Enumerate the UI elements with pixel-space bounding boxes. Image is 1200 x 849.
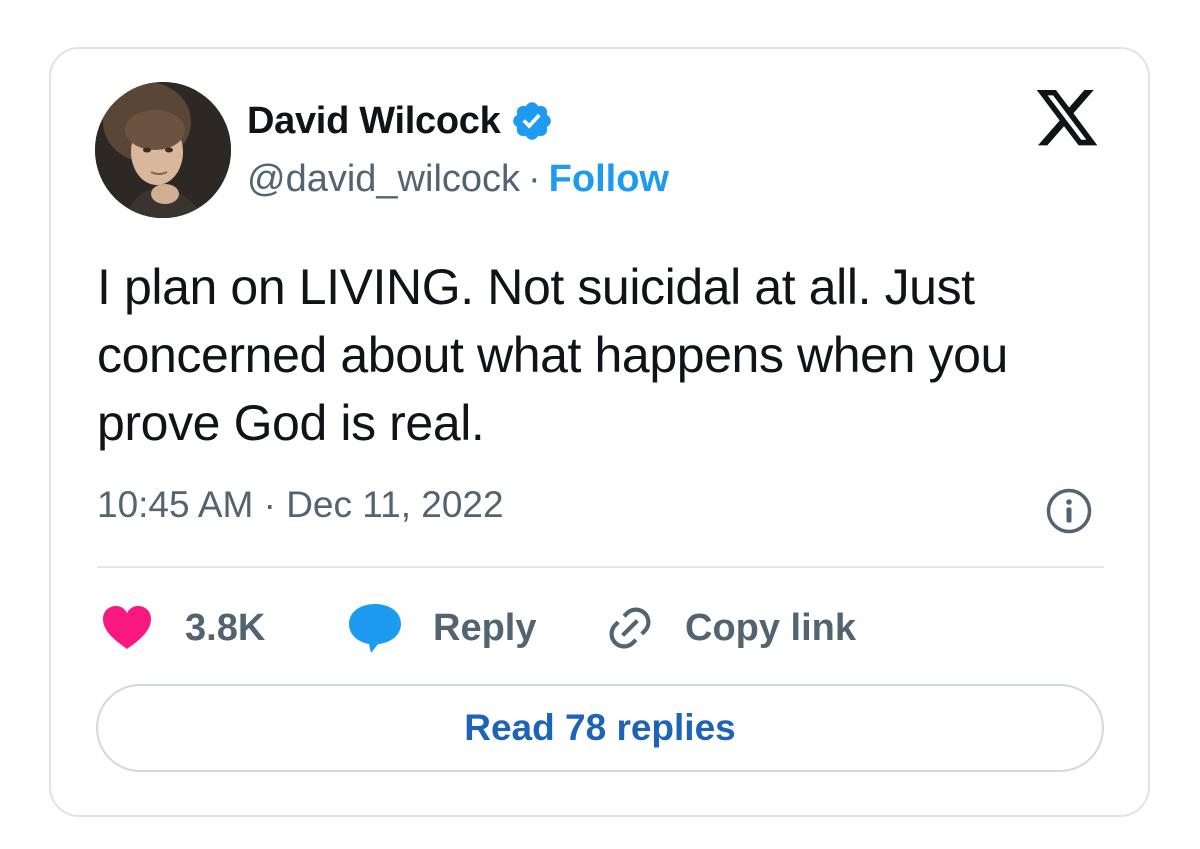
tweet-timestamp[interactable]: 10:45 AM · Dec 11, 2022 bbox=[97, 484, 504, 526]
read-replies-button[interactable]: Read 78 replies bbox=[96, 684, 1104, 772]
separator-dot: · bbox=[528, 157, 541, 200]
copy-link-button[interactable]: Copy link bbox=[605, 598, 856, 658]
avatar[interactable] bbox=[95, 82, 231, 218]
verified-badge-icon bbox=[510, 99, 554, 143]
like-count: 3.8K bbox=[185, 606, 266, 649]
reply-label: Reply bbox=[433, 606, 537, 649]
copy-link-label: Copy link bbox=[685, 606, 857, 649]
tweet-text: I plan on LIVING. Not suicidal at all. J… bbox=[97, 259, 1022, 451]
follow-button[interactable]: Follow bbox=[549, 158, 669, 201]
info-icon[interactable] bbox=[1045, 487, 1093, 535]
heart-icon bbox=[103, 606, 151, 649]
reply-button[interactable]: Reply bbox=[347, 598, 536, 658]
speech-bubble-icon bbox=[349, 604, 401, 653]
author-handle[interactable]: @david_wilcock bbox=[247, 158, 520, 201]
divider bbox=[97, 566, 1104, 568]
link-icon bbox=[609, 607, 651, 649]
like-button[interactable]: 3.8K bbox=[101, 598, 265, 658]
author-display-name[interactable]: David Wilcock bbox=[247, 100, 501, 143]
x-logo-icon[interactable] bbox=[1036, 90, 1100, 148]
action-bar: 3.8K Reply Copy link bbox=[97, 598, 1104, 658]
